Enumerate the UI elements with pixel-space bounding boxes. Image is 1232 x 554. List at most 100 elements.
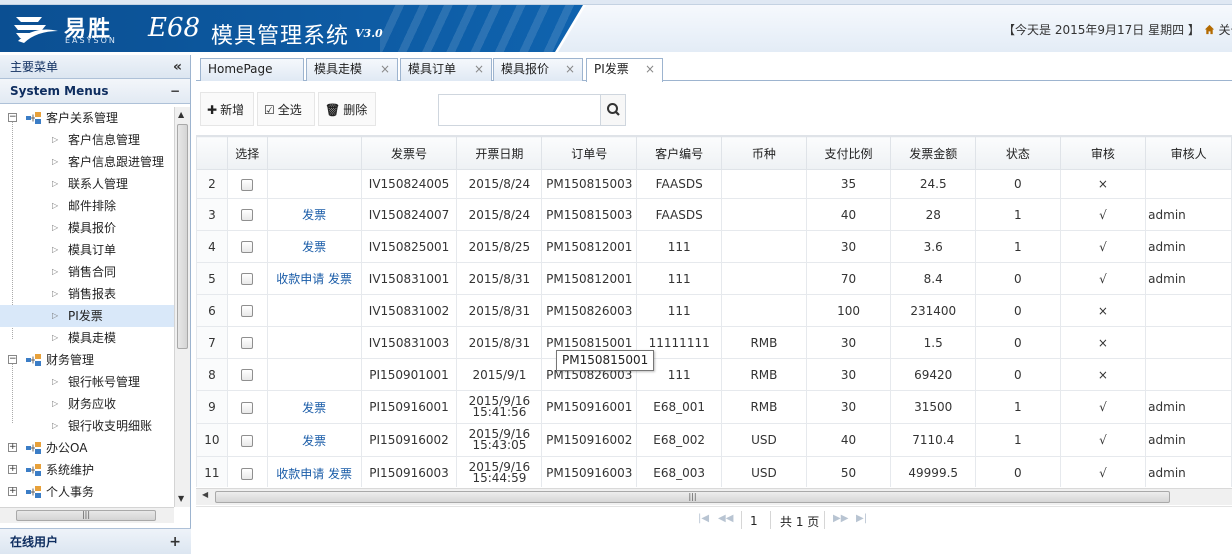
close-tab-icon[interactable]: × [645,59,655,80]
table-row[interactable]: 8 PI150901001 2015/9/1 PM150826003 111 RMB 30 6… [196,358,1232,391]
action-links[interactable]: 发票 [302,240,326,254]
scroll-down-icon[interactable]: ▼ [178,494,184,503]
first-page-icon[interactable]: |◀ [698,513,709,524]
tab-pi-invoice[interactable]: PI发票 × [586,58,663,82]
menu-item-mold-quote[interactable]: ▷ 模具报价 [0,217,174,239]
action-links[interactable]: 发票 [302,208,326,222]
menu-item-customer-followup[interactable]: ▷ 客户信息跟进管理 [0,151,174,173]
row-checkbox[interactable] [241,467,254,480]
table-row[interactable]: 5 收款申请 发票 IV150831001 2015/8/31 PM150812001 1… [196,262,1232,295]
scrollbar-thumb[interactable]: ||| [215,491,1170,503]
table-row[interactable]: 10 发票 PI150916002 2015/9/16 15:43:05 PM150916… [196,423,1232,457]
collapse-toggle-icon[interactable]: − [8,355,17,364]
table-row[interactable]: 3 发票 IV150824007 2015/8/24 PM150815003 FAASDS… [196,198,1232,231]
expand-toggle-icon[interactable]: + [8,487,17,496]
column-header-payment-ratio[interactable]: 支付比例 [805,136,892,170]
delete-button[interactable]: 🗑 删除 [318,92,376,126]
menu-item-pi-invoice[interactable]: ▷ PI发票 [0,305,174,327]
scroll-up-icon[interactable]: ▲ [178,110,184,119]
column-header-auditor[interactable]: 审核人 [1145,136,1232,170]
tab-mold-movement[interactable]: 模具走模 × [306,58,398,81]
menu-group-label: 办公OA [46,441,88,455]
action-links[interactable]: 收款申请 发票 [276,272,352,286]
about-link[interactable]: 关于 [1219,23,1232,37]
column-header-invoice-no[interactable]: 发票号 [360,136,458,170]
table-row[interactable]: 9 发票 PI150916001 2015/9/16 15:41:56 PM1509160… [196,390,1232,424]
expand-panel-icon[interactable]: + [169,529,181,554]
menu-item-mold-order[interactable]: ▷ 模具订单 [0,239,174,261]
current-page[interactable]: 1 [750,514,758,528]
row-number: 10 [196,423,228,457]
menu-item-customer-info[interactable]: ▷ 客户信息管理 [0,129,174,151]
menu-group-system[interactable]: + 系统维护 [0,459,174,481]
online-users-label: 在线用户 [10,535,59,549]
menu-item-mold-movement[interactable]: ▷ 模具走模 [0,327,174,349]
column-header-invoice-amount[interactable]: 发票金额 [890,136,977,170]
close-tab-icon[interactable]: × [474,59,484,80]
search-button[interactable] [600,95,625,125]
add-button[interactable]: ✚ 新增 [200,92,254,126]
online-users-panel[interactable]: 在线用户 + [0,528,191,554]
expand-toggle-icon[interactable]: + [8,465,17,474]
menu-item-email-exclude[interactable]: ▷ 邮件排除 [0,195,174,217]
menu-group-office-oa[interactable]: + 办公OA [0,437,174,459]
grid-horizontal-scrollbar[interactable]: ◀ ||| [196,488,1232,505]
auditor: admin [1145,390,1232,424]
scroll-left-icon[interactable]: ◀ [202,490,208,499]
action-links[interactable]: 发票 [302,401,326,415]
table-row[interactable]: 6 IV150831002 2015/8/31 PM150826003 111 100 23… [196,294,1232,327]
status: 0 [975,326,1061,359]
column-header-order-no[interactable]: 订单号 [541,136,638,170]
sidebar-horizontal-scrollbar[interactable]: ||| [0,507,174,523]
close-tab-icon[interactable]: × [565,59,575,80]
scrollbar-thumb[interactable]: ||| [16,510,156,521]
column-header-audit[interactable]: 审核 [1059,136,1147,170]
system-menus-header[interactable]: System Menus − [0,79,190,104]
sidebar-vertical-scrollbar[interactable]: ▲ ▼ [174,107,190,507]
menu-group-finance[interactable]: − 财务管理 [0,349,174,371]
expand-toggle-icon[interactable]: + [8,443,17,452]
menu-item-sales-contract[interactable]: ▷ 销售合同 [0,261,174,283]
column-header-select[interactable]: 选择 [226,136,268,170]
row-checkbox[interactable] [241,401,254,414]
menu-item-receivables[interactable]: ▷ 财务应收 [0,393,174,415]
column-header-customer-no[interactable]: 客户编号 [636,136,723,170]
table-row[interactable]: 7 IV150831003 2015/8/31 PM150815001 11111111… [196,326,1232,359]
table-row[interactable]: 11 收款申请 发票 PI150916003 2015/9/16 15:44:59 PM1… [196,456,1232,487]
menu-item-bank-accounts[interactable]: ▷ 银行帐号管理 [0,371,174,393]
row-checkbox[interactable] [241,273,254,285]
scrollbar-thumb[interactable] [177,124,188,349]
menu-item-contacts[interactable]: ▷ 联系人管理 [0,173,174,195]
search-input[interactable] [439,95,600,125]
menu-group-personal[interactable]: + 个人事务 [0,481,174,503]
table-row[interactable]: 2 IV150824005 2015/8/24 PM150815003 FAASDS 35… [196,169,1232,199]
row-checkbox[interactable] [241,209,254,221]
collapse-menus-icon[interactable]: − [170,79,180,104]
select-all-button[interactable]: ☑ 全选 [257,92,315,126]
column-header-status[interactable]: 状态 [975,136,1061,170]
tab-homepage[interactable]: HomePage [200,58,304,81]
home-icon[interactable] [1204,24,1215,35]
table-row[interactable]: 4 发票 IV150825001 2015/8/25 PM150812001 111 30 3… [196,230,1232,263]
prev-page-icon[interactable]: ◀◀ [718,513,733,524]
tab-mold-quote[interactable]: 模具报价 × [493,58,583,81]
tab-mold-order[interactable]: 模具订单 × [400,58,492,81]
row-checkbox[interactable] [241,369,254,381]
menu-item-sales-report[interactable]: ▷ 销售报表 [0,283,174,305]
action-links[interactable]: 收款申请 发票 [276,467,352,481]
column-header-currency[interactable]: 币种 [721,136,807,170]
last-page-icon[interactable]: ▶| [856,513,867,524]
row-checkbox[interactable] [241,337,254,349]
action-links[interactable]: 发票 [302,434,326,448]
row-checkbox[interactable] [241,434,254,447]
menu-group-crm[interactable]: − 客户关系管理 [0,107,174,129]
column-header-invoice-date[interactable]: 开票日期 [456,136,543,170]
next-page-icon[interactable]: ▶▶ [833,513,848,524]
row-checkbox[interactable] [241,178,254,191]
collapse-toggle-icon[interactable]: − [8,113,17,122]
collapse-sidebar-button[interactable]: « [173,55,182,79]
row-checkbox[interactable] [241,305,254,317]
menu-item-bank-ledger[interactable]: ▷ 银行收支明细账 [0,415,174,437]
close-tab-icon[interactable]: × [380,59,390,80]
row-checkbox[interactable] [241,241,254,253]
